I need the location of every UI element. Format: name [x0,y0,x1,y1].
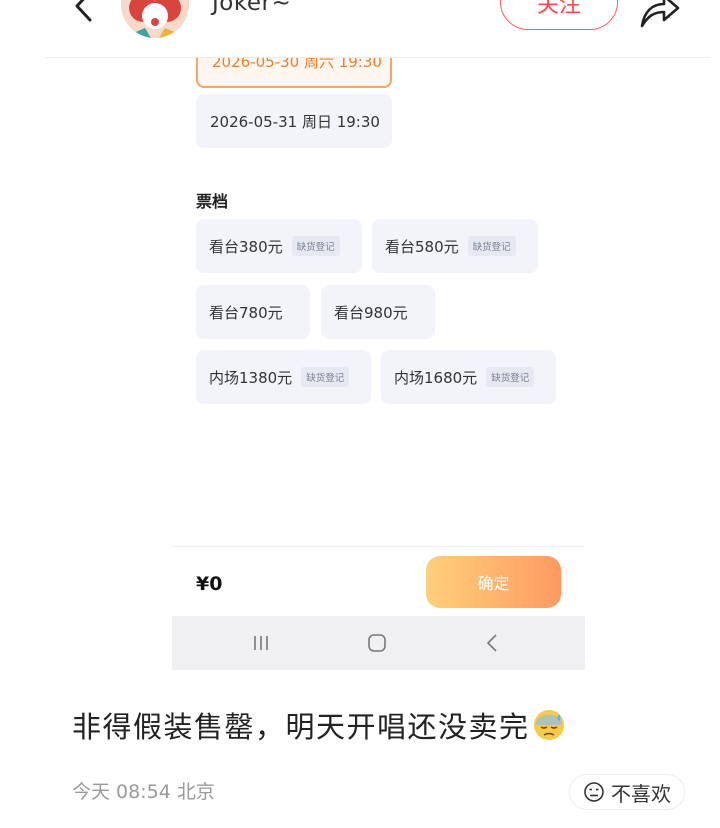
out-of-stock-tag: 缺货登记 [301,367,350,387]
date-option[interactable]: 2026-05-31 周日 19:30 [196,94,392,148]
ticket-option[interactable]: 内场1680元 缺货登记 [381,350,556,404]
downcast-face-with-sweat-icon [533,710,564,740]
share-arrow-icon [640,0,680,28]
confirm-button[interactable]: 确定 [426,556,561,608]
ticket-option[interactable]: 内场1380元 缺货登记 [196,350,371,404]
post-meta: 今天 08:54 北京 [72,781,215,803]
date-option-selected[interactable]: 2026-05-30 周六 19:30 [196,58,392,88]
chevron-left-icon [75,0,92,22]
ticket-option[interactable]: 看台980元 [321,285,435,339]
ticket-label: 看台780元 [209,303,283,322]
ticket-section-title: 票档 [196,192,229,211]
divider [172,546,585,547]
follow-button[interactable]: 关注 [500,0,618,30]
avatar[interactable] [121,0,189,38]
recent-apps-icon [254,636,268,650]
ticket-label: 内场1380元 [209,368,293,387]
out-of-stock-tag: 缺货登记 [467,236,516,256]
recent-apps-button[interactable] [246,628,276,658]
post-image[interactable]: 2026-05-30 周六 19:30 2026-05-31 周日 19:30 … [172,58,585,670]
total-price: ¥0 [196,573,223,595]
ticket-label: 看台380元 [209,237,283,256]
home-button[interactable] [362,628,392,658]
clown-avatar-icon [121,0,189,38]
neutral-face-icon [584,782,604,802]
chevron-left-icon [486,634,497,652]
ticket-option[interactable]: 看台780元 [196,285,310,339]
home-icon [368,634,386,652]
username[interactable]: Joker~ [212,0,291,16]
back-nav-button[interactable] [477,628,507,658]
dislike-label: 不喜欢 [611,781,671,806]
system-nav-bar [172,616,585,670]
date-label: 2026-05-31 周日 19:30 [210,112,380,131]
date-label: 2026-05-30 周六 19:30 [212,58,382,71]
back-button[interactable] [66,0,100,26]
ticket-label: 看台580元 [385,237,459,256]
ticket-option[interactable]: 看台580元 缺货登记 [372,219,538,273]
top-bar: Joker~ 关注 [0,0,720,58]
ticket-label: 看台980元 [334,303,408,322]
post-text: 非得假装售罄，明天开唱还没卖完 [72,704,566,746]
out-of-stock-tag: 缺货登记 [291,236,340,256]
out-of-stock-tag: 缺货登记 [486,367,535,387]
post-body: 非得假装售罄，明天开唱还没卖完 [72,710,530,744]
dislike-button[interactable]: 不喜欢 [569,774,685,810]
share-button[interactable] [636,0,682,30]
ticket-label: 内场1680元 [394,368,478,387]
ticket-option[interactable]: 看台380元 缺货登记 [196,219,362,273]
